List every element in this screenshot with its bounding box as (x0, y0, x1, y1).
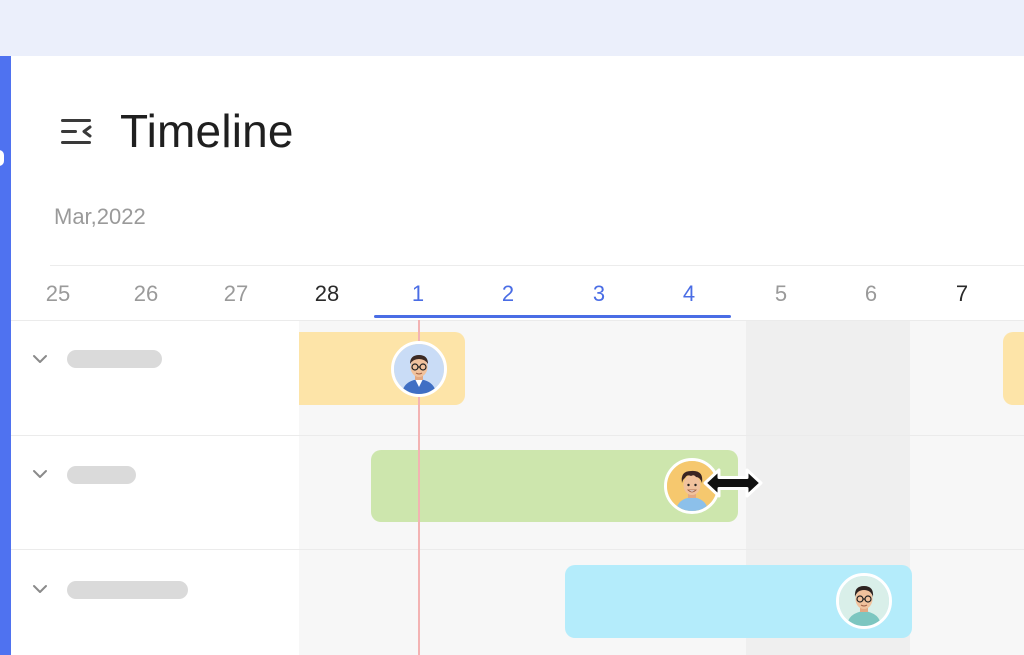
day-1[interactable]: 1 (388, 281, 448, 307)
task-bar[interactable] (1003, 332, 1024, 405)
day-26[interactable]: 26 (116, 281, 176, 307)
day-3[interactable]: 3 (569, 281, 629, 307)
expand-chevron-icon[interactable] (31, 468, 49, 480)
row-divider (11, 435, 1024, 436)
task-name-placeholder (67, 466, 136, 484)
day-28[interactable]: 28 (297, 281, 357, 307)
header-divider (50, 265, 1024, 266)
row-divider (11, 320, 1024, 321)
expand-chevron-icon[interactable] (31, 583, 49, 595)
task-name-placeholder (67, 581, 188, 599)
task-name-placeholder (67, 350, 162, 368)
horizontal-resize-cursor-icon (703, 468, 763, 498)
man-glasses-avatar-icon[interactable] (391, 341, 447, 397)
man-teal-shirt-avatar-icon[interactable] (836, 573, 892, 629)
left-rail (0, 56, 11, 655)
day-27[interactable]: 27 (206, 281, 266, 307)
day-5[interactable]: 5 (751, 281, 811, 307)
day-2[interactable]: 2 (478, 281, 538, 307)
collapse-menu-icon[interactable] (60, 116, 96, 148)
day-7[interactable]: 7 (932, 281, 992, 307)
month-label: Mar,2022 (54, 204, 146, 229)
top-bar (0, 0, 1024, 56)
expand-chevron-icon[interactable] (31, 353, 49, 365)
day-4[interactable]: 4 (659, 281, 719, 307)
rail-handle[interactable] (0, 150, 4, 166)
day-25[interactable]: 25 (28, 281, 88, 307)
day-6[interactable]: 6 (841, 281, 901, 307)
page-title: Timeline (120, 105, 294, 157)
selected-week-indicator (374, 315, 731, 318)
row-divider (11, 549, 1024, 550)
